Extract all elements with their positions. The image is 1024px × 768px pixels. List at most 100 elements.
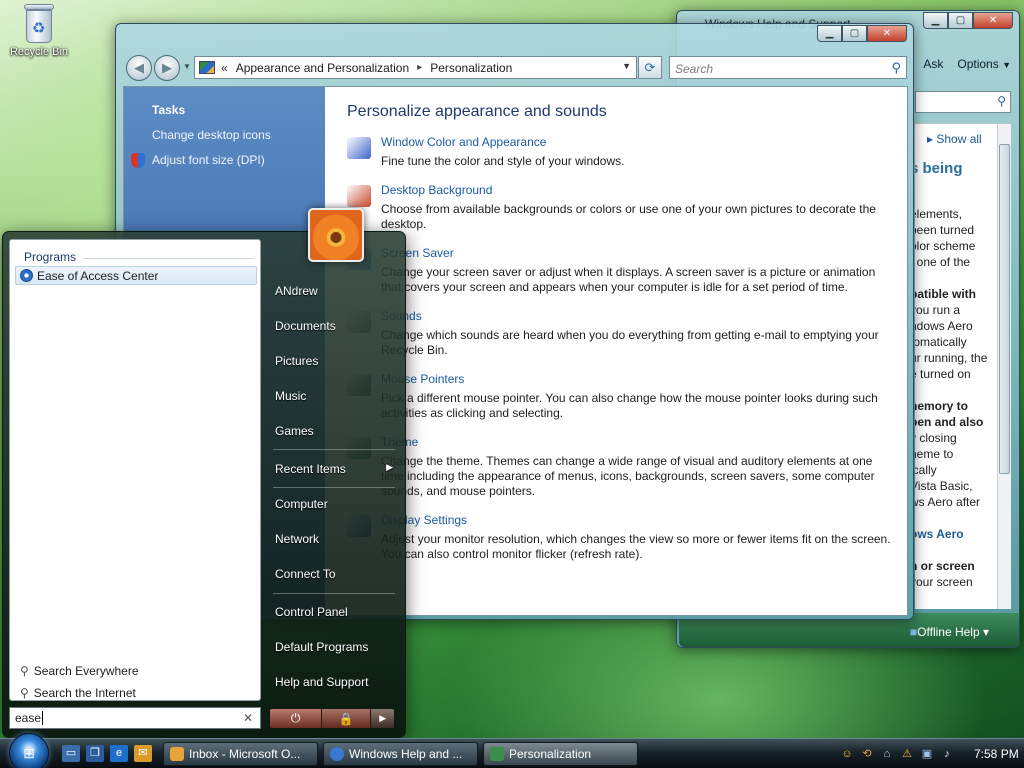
volume-icon[interactable]: ♪ xyxy=(940,747,954,761)
help-text-line: olor scheme xyxy=(915,239,976,253)
lock-icon[interactable]: 🔒 xyxy=(321,709,371,728)
show-all-link[interactable]: ▸ Show all xyxy=(927,132,982,146)
help-article-heading: ts being xyxy=(915,160,963,177)
ask-button[interactable]: Ask xyxy=(923,57,943,71)
minimize-button[interactable]: ▁ xyxy=(817,25,842,42)
switch-windows-icon[interactable]: ❐ xyxy=(86,745,104,762)
personalization-link[interactable]: Sounds xyxy=(381,309,897,323)
power-options-arrow-icon[interactable]: ▶ xyxy=(370,709,394,728)
search-result-label: Ease of Access Center xyxy=(37,268,159,283)
options-button[interactable]: Options ▼ xyxy=(957,57,1011,71)
window-color-and-appearanceicon[interactable] xyxy=(347,137,371,159)
messenger-icon[interactable]: ☺ xyxy=(840,747,854,761)
search-icon[interactable]: ⚲ xyxy=(997,94,1006,108)
internet-explorer-icon[interactable]: e xyxy=(110,745,128,762)
breadcrumb-prefix[interactable]: « xyxy=(221,61,228,75)
back-button[interactable]: ◀ xyxy=(126,55,152,81)
help-scrollbar[interactable] xyxy=(997,124,1011,609)
control-panel-icon xyxy=(199,61,215,74)
search-result-ease-of-access[interactable]: Ease of Access Center xyxy=(15,266,257,285)
start-item-recent-items[interactable]: Recent Items ▶ xyxy=(275,462,399,476)
help-text-line: elements, xyxy=(915,207,963,221)
recent-items-label: Recent Items xyxy=(275,462,346,476)
start-item-help-and-support[interactable]: Help and Support xyxy=(275,675,399,689)
help-text-line: y closing xyxy=(915,431,957,445)
search-everywhere-link[interactable]: ⚲ Search Everywhere xyxy=(20,664,139,678)
power-icon[interactable]: ⏻ xyxy=(270,709,322,728)
help-text-line: ically xyxy=(915,463,937,477)
personalization-description: Adjust your monitor resolution, which ch… xyxy=(381,532,891,561)
device-icon[interactable]: ⌂ xyxy=(880,747,894,761)
maximize-button[interactable]: ▢ xyxy=(842,25,867,42)
help-search-input[interactable]: ⚲ xyxy=(915,91,1011,113)
start-item-documents[interactable]: Documents xyxy=(275,319,399,333)
personalization-link[interactable]: Theme xyxy=(381,435,897,449)
personalization-description: Fine tune the color and style of your wi… xyxy=(381,154,625,168)
close-button[interactable]: ✕ xyxy=(867,25,907,42)
breadcrumb-appearance[interactable]: Appearance and Personalization xyxy=(236,61,409,75)
start-item-games[interactable]: Games xyxy=(275,424,399,438)
breadcrumb-separator[interactable]: ▸ xyxy=(417,62,422,73)
start-item-default-programs[interactable]: Default Programs xyxy=(275,640,399,654)
personalization-link[interactable]: Display Settings xyxy=(381,513,897,527)
help-text-line: ows Aero xyxy=(915,527,964,541)
show-desktop-icon[interactable]: ▭ xyxy=(62,745,80,762)
personalization-link[interactable]: Window Color and Appearance xyxy=(381,135,897,149)
submenu-arrow-icon: ▶ xyxy=(386,462,393,472)
breadcrumb-personalization[interactable]: Personalization xyxy=(430,61,512,75)
recycle-bin-icon xyxy=(23,4,55,44)
network-icon[interactable]: ▣ xyxy=(920,747,934,761)
cp-search-input[interactable]: Search ⚲ xyxy=(669,56,907,79)
adjust-font-size-link[interactable]: Adjust font size (DPI) xyxy=(152,153,265,167)
start-menu-places: ANdrew Documents Pictures Music Games Re… xyxy=(269,232,401,702)
recycle-bin-desktop-icon[interactable]: Recycle Bin xyxy=(4,4,74,58)
refresh-button[interactable]: ⟳ xyxy=(638,56,662,79)
programs-divider xyxy=(84,258,254,259)
change-desktop-icons-link[interactable]: Change desktop icons xyxy=(152,128,271,142)
cp-caption-buttons: ▁ ▢ ✕ xyxy=(817,25,907,42)
personalization-link[interactable]: Mouse Pointers xyxy=(381,372,897,386)
help-text-line xyxy=(915,382,1000,398)
taskbar-button-personalization[interactable]: Personalization xyxy=(483,742,638,766)
start-item-user[interactable]: ANdrew xyxy=(275,284,399,298)
personalization-link[interactable]: Desktop Background xyxy=(381,183,897,197)
start-item-control-panel[interactable]: Control Panel xyxy=(275,605,399,619)
desktop-backgroundicon[interactable] xyxy=(347,185,371,207)
personalization-link[interactable]: Screen Saver xyxy=(381,246,897,260)
taskbar-button-inbox[interactable]: Inbox - Microsoft O... xyxy=(163,742,318,766)
start-item-computer[interactable]: Computer xyxy=(275,497,399,511)
minimize-button[interactable]: ▁ xyxy=(923,12,948,29)
cp-main-pane: Personalize appearance and sounds Window… xyxy=(347,103,897,576)
search-internet-link[interactable]: ⚲ Search the Internet xyxy=(20,686,136,700)
mail-icon[interactable]: ✉ xyxy=(134,745,152,762)
start-button-windows-icon[interactable]: ⊞ xyxy=(9,733,49,768)
address-bar[interactable]: « Appearance and Personalization ▸ Perso… xyxy=(194,56,637,79)
scrollbar-thumb[interactable] xyxy=(999,144,1010,474)
help-text-line xyxy=(915,510,1000,526)
offline-help-button[interactable]: Offline Help ▾ xyxy=(910,625,989,639)
start-item-connect-to[interactable]: Connect To xyxy=(275,567,399,581)
tasks-header: Tasks xyxy=(152,103,186,117)
chevron-down-icon[interactable]: ▼ xyxy=(622,61,631,71)
ease-of-access-icon xyxy=(20,269,33,282)
start-item-pictures[interactable]: Pictures xyxy=(275,354,399,368)
clear-search-icon[interactable]: ✕ xyxy=(243,711,253,725)
forward-button[interactable]: ▶ xyxy=(154,55,180,81)
show-all-label: Show all xyxy=(936,132,982,146)
help-window-caption-buttons: ▁ ▢ ✕ xyxy=(923,12,1013,29)
taskbar-button-help[interactable]: Windows Help and ... xyxy=(323,742,478,766)
start-item-network[interactable]: Network xyxy=(275,532,399,546)
recent-pages-dropdown[interactable]: ▼ xyxy=(183,62,191,71)
security-icon[interactable]: ⚠ xyxy=(900,747,914,761)
start-item-music[interactable]: Music xyxy=(275,389,399,403)
close-button[interactable]: ✕ xyxy=(973,12,1013,29)
maximize-button[interactable]: ▢ xyxy=(948,12,973,29)
start-search-input[interactable]: ease ✕ xyxy=(9,707,261,729)
help-text-line: ndows Aero xyxy=(915,319,973,333)
divider xyxy=(273,593,395,594)
page-title: Personalize appearance and sounds xyxy=(347,103,607,120)
search-icon[interactable]: ⚲ xyxy=(891,60,901,76)
sync-icon[interactable]: ⟲ xyxy=(860,747,874,761)
clock[interactable]: 7:58 PM xyxy=(974,747,1019,761)
help-text-line: n or screen xyxy=(915,559,975,573)
